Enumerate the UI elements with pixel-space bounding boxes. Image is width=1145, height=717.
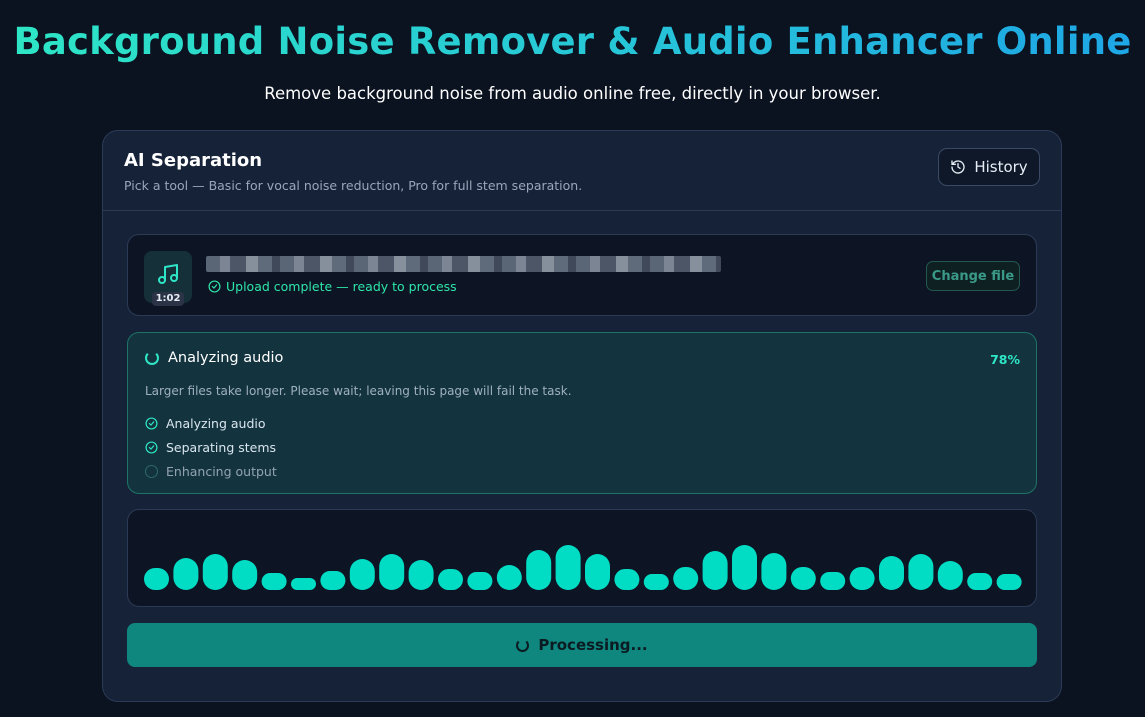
step-analyzing: Analyzing audio: [145, 411, 277, 435]
waveform-bar: [144, 568, 169, 590]
waveform-bar: [555, 545, 581, 590]
waveform-bar: [790, 567, 816, 590]
waveform-bar: [202, 554, 228, 590]
waveform-bar: [496, 565, 522, 590]
check-circle-icon: [208, 280, 221, 293]
waveform-bar: [849, 567, 875, 590]
progress-percent: 78%: [990, 352, 1020, 367]
history-label: History: [974, 158, 1028, 176]
waveform-bar: [761, 553, 787, 590]
waveform-bar: [349, 559, 375, 590]
file-thumbnail: 1:02: [144, 251, 192, 306]
progress-title: Analyzing audio: [168, 350, 284, 366]
waveform-bar: [585, 554, 610, 590]
check-circle-icon: [145, 416, 158, 430]
empty-circle-icon: [145, 464, 158, 478]
progress-note: Larger files take longer. Please wait; l…: [145, 384, 572, 398]
page-title: Background Noise Remover & Audio Enhance…: [0, 20, 1145, 63]
waveform-bar: [232, 560, 258, 590]
progress-steps: Analyzing audio Separating stems Enhanci…: [145, 411, 277, 483]
history-button[interactable]: History: [938, 148, 1040, 186]
waveform-visualizer: [144, 545, 1022, 590]
waveform-bar: [702, 551, 728, 590]
uploaded-file-row: 1:02 Upload complete — ready to process …: [127, 234, 1037, 316]
loading-spinner-icon: [145, 351, 159, 365]
loading-spinner-icon: [516, 638, 530, 652]
card-title: AI Separation: [124, 150, 263, 171]
waveform-bar: [526, 550, 552, 590]
check-circle-icon: [145, 440, 158, 454]
history-icon: [951, 160, 965, 174]
waveform-bar: [173, 558, 199, 590]
waveform-bar: [467, 572, 493, 590]
waveform-bar: [879, 556, 904, 590]
step-label: Enhancing output: [166, 463, 277, 479]
progress-panel: Analyzing audio 78% Larger files take lo…: [127, 332, 1037, 494]
waveform-bar: [379, 554, 405, 590]
music-note-icon: [158, 264, 178, 284]
waveform-bar: [291, 578, 316, 590]
waveform-bar: [908, 554, 934, 590]
waveform-bar: [438, 569, 463, 590]
waveform-bar: [320, 571, 346, 590]
card-header: AI Separation Pick a tool — Basic for vo…: [103, 131, 1061, 211]
step-label: Separating stems: [166, 439, 277, 455]
card-description: Pick a tool — Basic for vocal noise redu…: [124, 178, 583, 193]
file-duration: 1:02: [152, 292, 184, 306]
waveform-bar: [643, 574, 669, 590]
waveform-bar: [732, 545, 757, 590]
processing-button[interactable]: Processing...: [127, 623, 1037, 667]
file-name-redacted: [206, 256, 721, 272]
waveform-bar: [937, 561, 963, 590]
page-subtitle: Remove background noise from audio onlin…: [264, 84, 881, 103]
step-separating: Separating stems: [145, 435, 277, 459]
waveform-bar: [614, 569, 640, 590]
change-file-button[interactable]: Change file: [926, 261, 1020, 291]
ai-separation-card: AI Separation Pick a tool — Basic for vo…: [102, 130, 1062, 702]
waveform-bar: [408, 560, 434, 590]
processing-label: Processing...: [538, 636, 648, 654]
upload-status-text: Upload complete — ready to process: [226, 279, 457, 294]
upload-status: Upload complete — ready to process: [208, 279, 457, 294]
waveform-panel: [127, 509, 1037, 607]
waveform-bar: [673, 567, 699, 590]
step-label: Analyzing audio: [166, 415, 266, 431]
waveform-bar: [820, 572, 846, 590]
step-enhancing: Enhancing output: [145, 459, 277, 483]
waveform-bar: [996, 574, 1022, 590]
waveform-bar: [261, 573, 287, 590]
progress-header: Analyzing audio: [145, 350, 283, 366]
waveform-bar: [967, 573, 993, 590]
